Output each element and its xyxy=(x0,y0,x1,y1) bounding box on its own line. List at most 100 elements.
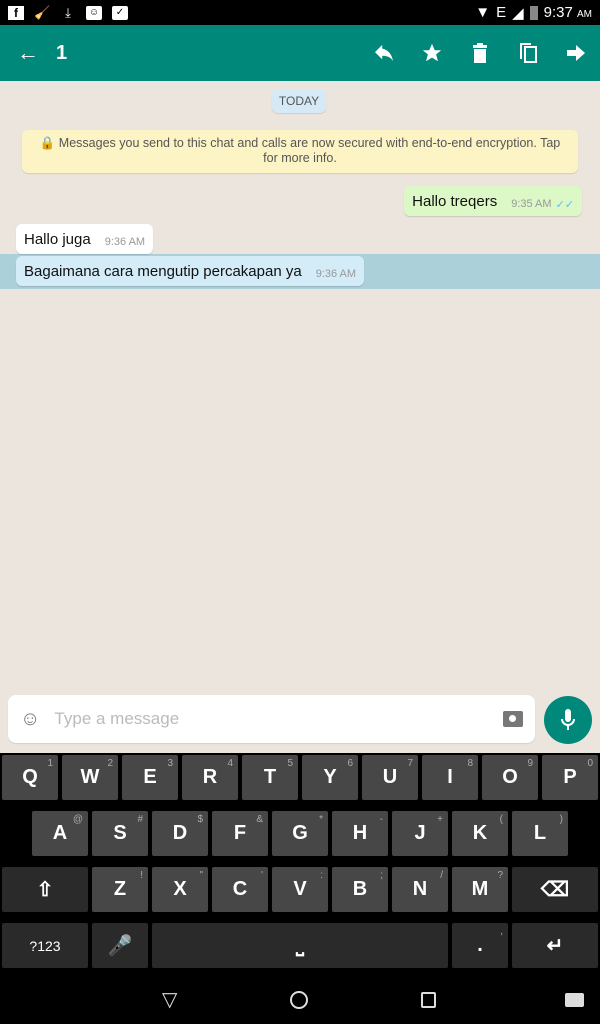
key-r[interactable]: R4 xyxy=(182,755,238,800)
clock: 9:37 AM xyxy=(544,4,592,21)
space-icon: ⎵ xyxy=(296,934,304,956)
key-q[interactable]: Q1 xyxy=(2,755,58,800)
key-alt-label: 8 xyxy=(467,758,473,769)
key-y[interactable]: Y6 xyxy=(302,755,358,800)
encryption-notice[interactable]: 🔒 Messages you send to this chat and cal… xyxy=(22,130,578,173)
voice-input-key[interactable]: 🎤 xyxy=(92,923,148,968)
network-e-icon: E xyxy=(496,4,507,21)
key-v[interactable]: V: xyxy=(272,867,328,912)
key-alt-label: , xyxy=(500,926,503,937)
message-placeholder: Type a message xyxy=(54,709,180,728)
key-l[interactable]: L) xyxy=(512,811,568,856)
key-label: T xyxy=(263,766,277,788)
recents-nav-button[interactable] xyxy=(421,992,436,1008)
back-nav-button[interactable]: ▽ xyxy=(162,987,177,1012)
star-icon xyxy=(422,43,442,62)
enter-icon: ↵ xyxy=(546,935,564,957)
voice-record-button[interactable] xyxy=(544,696,592,744)
key-u[interactable]: U7 xyxy=(362,755,418,800)
key-c[interactable]: C ' xyxy=(212,867,268,912)
key-alt-label: # xyxy=(137,814,143,825)
message-text: Hallo juga xyxy=(24,230,91,248)
message-time: 9:36 AM xyxy=(315,268,357,280)
key-e[interactable]: E3 xyxy=(122,755,178,800)
key-label: L xyxy=(533,822,547,844)
key-label: J xyxy=(414,822,426,844)
key-n[interactable]: N / xyxy=(392,867,448,912)
key-p[interactable]: P0 xyxy=(542,755,598,800)
key-x[interactable]: X " xyxy=(152,867,208,912)
bag-check-icon: ✓ xyxy=(112,5,128,20)
key-alt-label: * xyxy=(319,814,323,825)
message-time: 9:36 AM xyxy=(104,236,146,248)
arrow-left-icon: ← xyxy=(17,40,39,65)
reply-icon xyxy=(375,44,393,62)
keyboard: Q 1 W 2 E 3 R 4 T 5 Y 6 U 7 I 8 O 9 P 0 A @ S # D $ F & G * H - J + K(L) ⇧ Z… xyxy=(0,753,600,973)
download-icon: ⤓ xyxy=(65,4,71,20)
key-j[interactable]: J + xyxy=(392,811,448,856)
wifi-icon: ▼ xyxy=(475,4,491,21)
key-label: K xyxy=(472,822,488,844)
shift-icon: ⇧ xyxy=(36,879,54,901)
message-outgoing[interactable]: Hallo treqers 9:35 AM ✓✓ xyxy=(404,186,582,216)
message-incoming[interactable]: Hallo juga 9:36 AM xyxy=(16,224,154,254)
key-label: V xyxy=(293,878,307,900)
trash-icon xyxy=(473,43,487,63)
home-nav-button[interactable] xyxy=(290,991,308,1009)
star-button[interactable] xyxy=(408,25,456,81)
facebook-icon: f xyxy=(8,5,24,20)
key-k[interactable]: K( xyxy=(452,811,508,856)
keyboard-switch-icon[interactable] xyxy=(565,993,584,1007)
key-m[interactable]: M? xyxy=(452,867,508,912)
cleaner-icon: 🧹 xyxy=(34,4,51,20)
key-label: C xyxy=(232,878,248,900)
message-input[interactable]: ☺ Type a message xyxy=(8,695,535,743)
key-alt-label: 9 xyxy=(527,758,533,769)
key-alt-label: & xyxy=(256,814,263,825)
copy-button[interactable] xyxy=(504,25,552,81)
message-text: Hallo treqers xyxy=(412,192,498,210)
key-i[interactable]: I8 xyxy=(422,755,478,800)
message-incoming-selected[interactable]: Bagaimana cara mengutip percakapan ya 9:… xyxy=(16,256,365,286)
forward-button[interactable] xyxy=(552,25,600,81)
reply-button[interactable] xyxy=(360,25,408,81)
key-g[interactable]: G * xyxy=(272,811,328,856)
key-label: O xyxy=(502,766,518,788)
symbols-key[interactable]: ?123 xyxy=(2,923,88,968)
status-bar: f 🧹 ⤓ ☺ ✓ ▼ E ◢ 9:37 AM xyxy=(0,0,600,25)
key-label: I xyxy=(447,766,453,788)
key-label: W xyxy=(80,766,100,788)
key-o[interactable]: O9 xyxy=(482,755,538,800)
key-b[interactable]: B; xyxy=(332,867,388,912)
key-label: Q xyxy=(22,766,38,788)
back-button[interactable]: ← xyxy=(0,40,56,66)
navigation-bar: ▽ xyxy=(0,975,600,1024)
key-alt-label: 4 xyxy=(227,758,233,769)
period-key[interactable]: ., xyxy=(452,923,508,968)
key-label: . xyxy=(477,934,483,956)
key-label: Z xyxy=(113,878,127,900)
key-w[interactable]: W2 xyxy=(62,755,118,800)
enter-key[interactable]: ↵ xyxy=(512,923,598,968)
key-s[interactable]: S # xyxy=(92,811,148,856)
key-h[interactable]: H- xyxy=(332,811,388,856)
camera-icon[interactable] xyxy=(503,711,523,727)
microphone-icon xyxy=(561,709,575,730)
key-z[interactable]: Z! xyxy=(92,867,148,912)
key-alt-label: / xyxy=(440,870,443,881)
emoji-button[interactable]: ☺ xyxy=(20,708,40,731)
space-key[interactable]: ⎵ xyxy=(152,923,448,968)
key-a[interactable]: A @ xyxy=(32,811,88,856)
key-alt-label: 1 xyxy=(47,758,53,769)
key-alt-label: 3 xyxy=(167,758,173,769)
chat-icon: ☺ xyxy=(86,5,102,20)
backspace-key[interactable]: ⌫ xyxy=(512,867,598,912)
key-f[interactable]: F & xyxy=(212,811,268,856)
key-d[interactable]: D $ xyxy=(152,811,208,856)
message-time: 9:35 AM xyxy=(511,198,552,210)
delete-button[interactable] xyxy=(456,25,504,81)
key-t[interactable]: T5 xyxy=(242,755,298,800)
backspace-icon: ⌫ xyxy=(540,879,570,901)
shift-key[interactable]: ⇧ xyxy=(2,867,88,912)
key-label: S xyxy=(113,822,127,844)
